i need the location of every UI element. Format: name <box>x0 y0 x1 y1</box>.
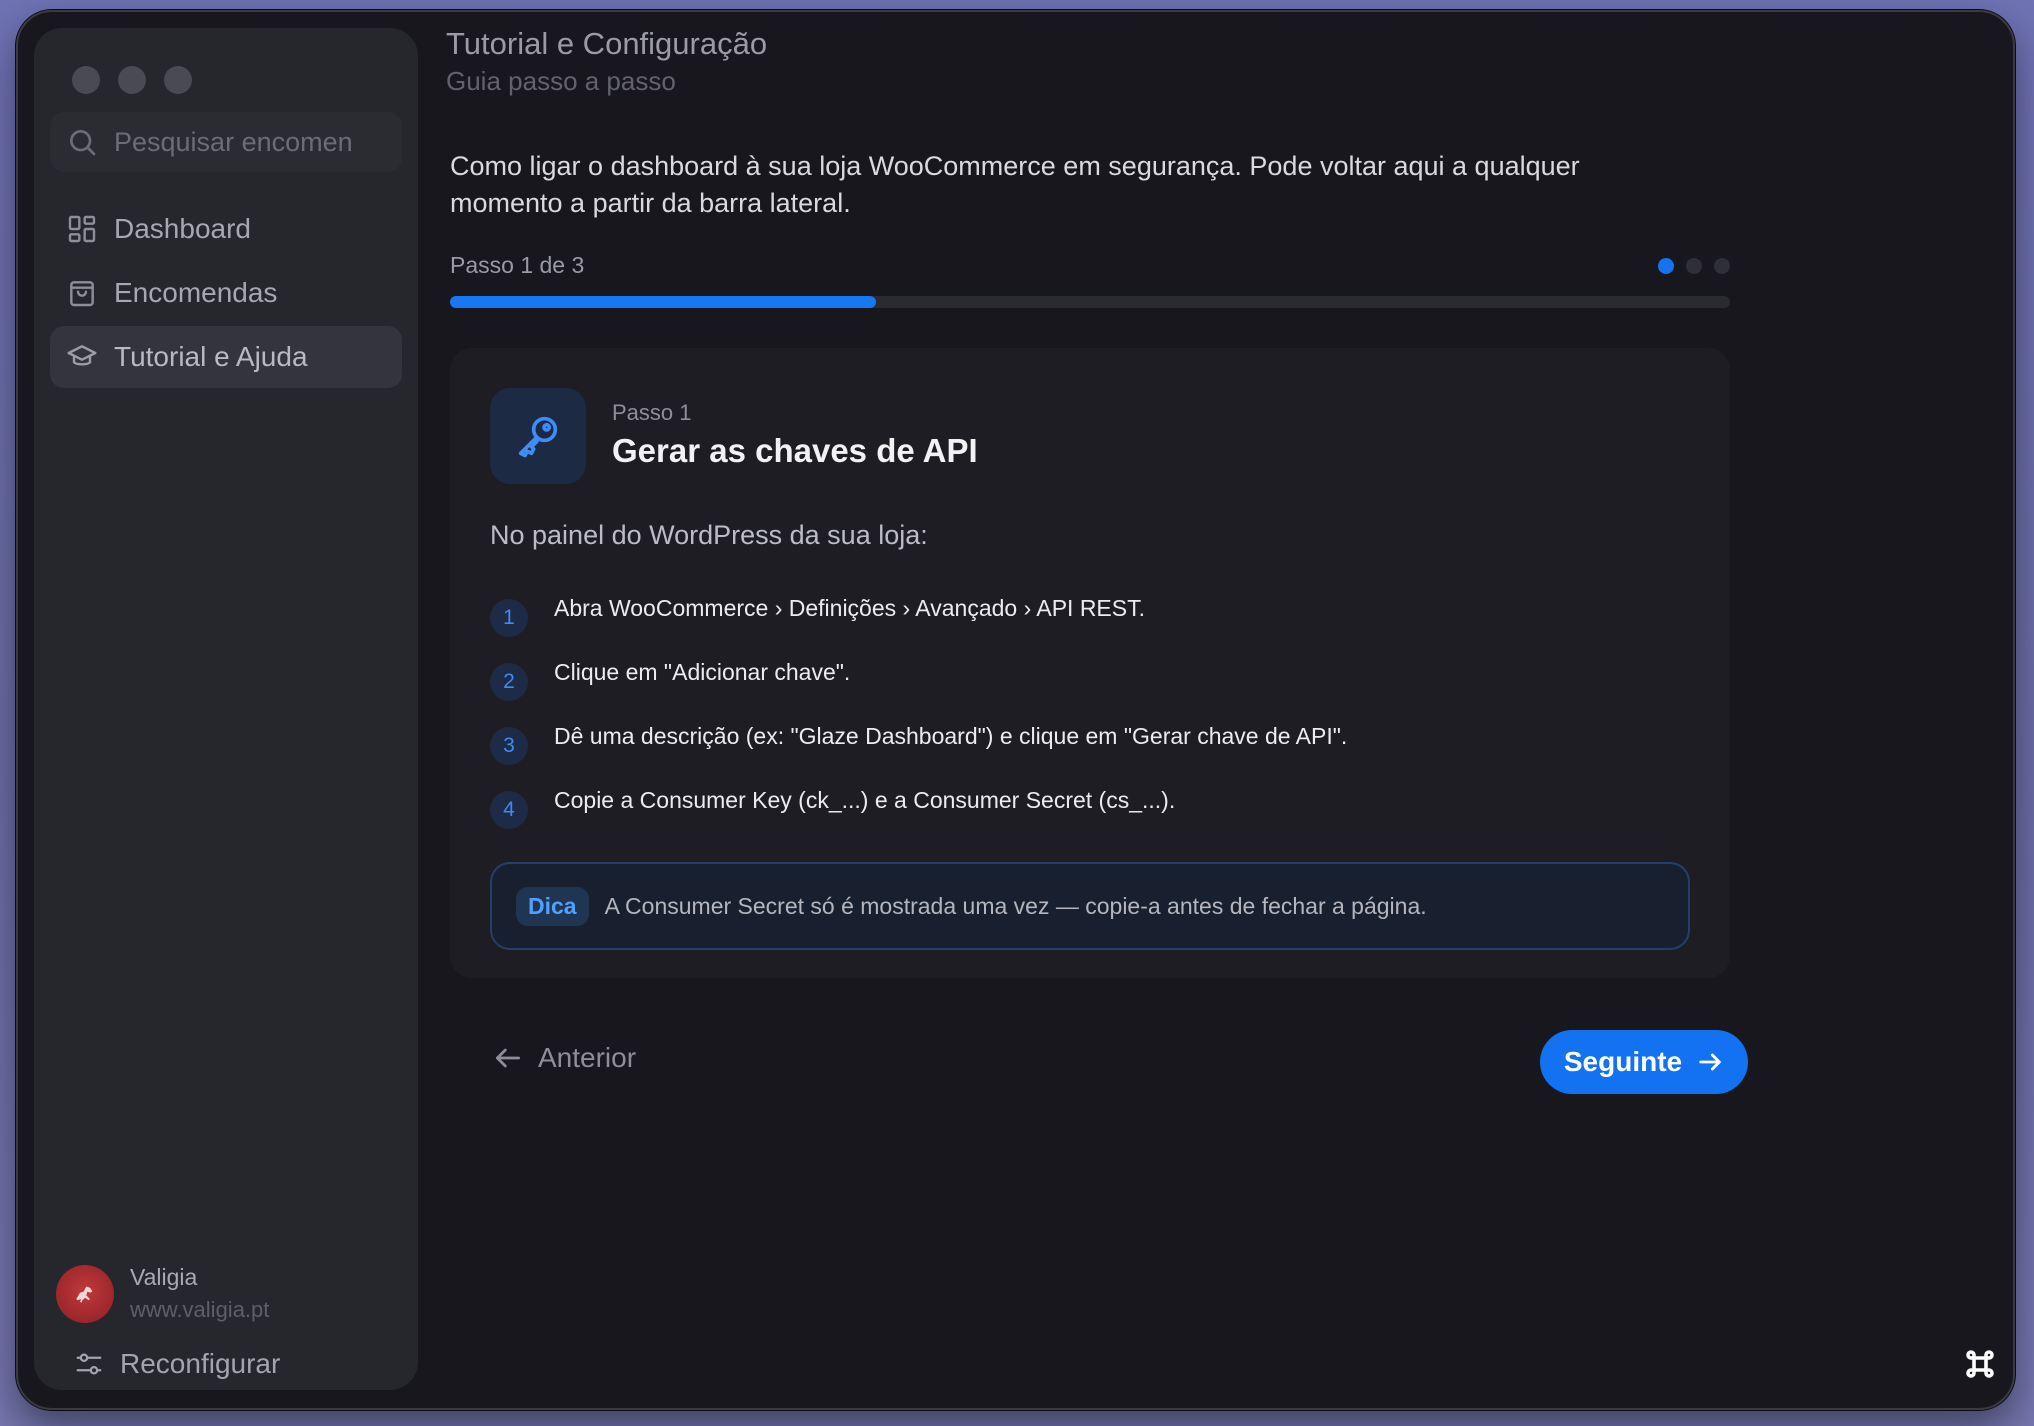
window-controls <box>72 66 192 94</box>
sidebar-item-tutorial[interactable]: Tutorial e Ajuda <box>50 326 402 388</box>
tip-box: Dica A Consumer Secret só é mostrada uma… <box>490 862 1690 950</box>
close-window-button[interactable] <box>72 66 100 94</box>
step-dot-3[interactable] <box>1714 258 1730 274</box>
tip-text: A Consumer Secret só é mostrada uma vez … <box>604 892 1427 919</box>
intro-text: Como ligar o dashboard à sua loja WooCom… <box>450 151 1580 218</box>
previous-button[interactable]: Anterior <box>492 1042 636 1074</box>
next-label: Seguinte <box>1563 1046 1683 1077</box>
card-title: Gerar as chaves de API <box>612 432 978 469</box>
sidebar-item-label: Encomendas <box>114 277 278 308</box>
list-item: 3 Dê uma descrição (ex: "Glaze Dashboard… <box>490 708 1347 772</box>
list-item: 2 Clique em "Adicionar chave". <box>490 644 1347 708</box>
card-step-label: Passo 1 <box>612 400 692 425</box>
step-dot-2[interactable] <box>1686 258 1702 274</box>
search-placeholder: Pesquisar encomen <box>114 126 353 157</box>
list-item: 1 Abra WooCommerce › Definições › Avança… <box>490 580 1347 644</box>
sliders-icon <box>76 1353 102 1375</box>
step-text: Clique em "Adicionar chave". <box>554 658 851 685</box>
app-window: Pesquisar encomen Dashboard Encomendas T… <box>16 10 2015 1410</box>
step-number: 4 <box>490 791 528 829</box>
list-item: 4 Copie a Consumer Key (ck_...) e a Cons… <box>490 772 1347 836</box>
step-icon-box <box>490 388 586 484</box>
key-icon <box>518 416 558 458</box>
step-dots <box>1658 258 1730 274</box>
store-name: Valigia <box>130 1264 198 1290</box>
store-profile[interactable]: Valigia www.valigia.pt <box>56 1264 269 1323</box>
sidebar-item-orders[interactable]: Encomendas <box>50 262 402 324</box>
bag-icon <box>70 281 94 307</box>
progress-bar <box>450 296 1730 308</box>
minimize-window-button[interactable] <box>118 66 146 94</box>
progress-fill <box>450 296 877 308</box>
step-number: 3 <box>490 727 528 765</box>
step-card: Passo 1 Gerar as chaves de API No painel… <box>450 348 1730 978</box>
store-avatar <box>56 1264 114 1323</box>
sidebar-nav: Dashboard Encomendas Tutorial e Ajuda <box>50 198 402 390</box>
arrow-left-icon <box>496 1048 520 1068</box>
search-icon <box>70 130 96 156</box>
sidebar-item-dashboard[interactable]: Dashboard <box>50 198 402 260</box>
reconfigure-button[interactable]: Reconfigurar <box>74 1348 280 1380</box>
sidebar-item-label: Dashboard <box>114 213 251 244</box>
page-title: Tutorial e Configuração <box>446 26 768 61</box>
grid-icon <box>68 215 96 243</box>
store-url: www.valigia.pt <box>130 1297 270 1322</box>
step-number: 2 <box>490 663 528 701</box>
search-input[interactable]: Pesquisar encomen <box>50 112 402 172</box>
reconfigure-label: Reconfigurar <box>120 1348 281 1379</box>
previous-label: Anterior <box>538 1042 637 1073</box>
maximize-window-button[interactable] <box>164 66 192 94</box>
step-dot-1[interactable] <box>1658 258 1674 274</box>
graduation-cap-icon <box>67 345 97 366</box>
step-text: Abra WooCommerce › Definições › Avançado… <box>554 594 1146 621</box>
sidebar-item-label: Tutorial e Ajuda <box>114 341 308 372</box>
sidebar: Pesquisar encomen Dashboard Encomendas T… <box>34 28 418 1390</box>
tip-badge: Dica <box>516 886 589 926</box>
card-lead: No painel do WordPress da sua loja: <box>490 520 928 550</box>
step-number: 1 <box>490 599 528 637</box>
next-button[interactable]: Seguinte <box>1540 1030 1748 1094</box>
command-key-icon[interactable] <box>1962 1346 1998 1382</box>
arrow-right-icon <box>1699 1053 1721 1071</box>
step-text: Copie a Consumer Key (ck_...) e a Consum… <box>554 786 1176 813</box>
step-text: Dê uma descrição (ex: "Glaze Dashboard")… <box>554 722 1348 749</box>
progress-label: Passo 1 de 3 <box>450 252 585 278</box>
page-subtitle: Guia passo a passo <box>446 66 676 96</box>
horse-logo-icon <box>76 1286 93 1303</box>
instruction-list: 1 Abra WooCommerce › Definições › Avança… <box>490 580 1347 836</box>
